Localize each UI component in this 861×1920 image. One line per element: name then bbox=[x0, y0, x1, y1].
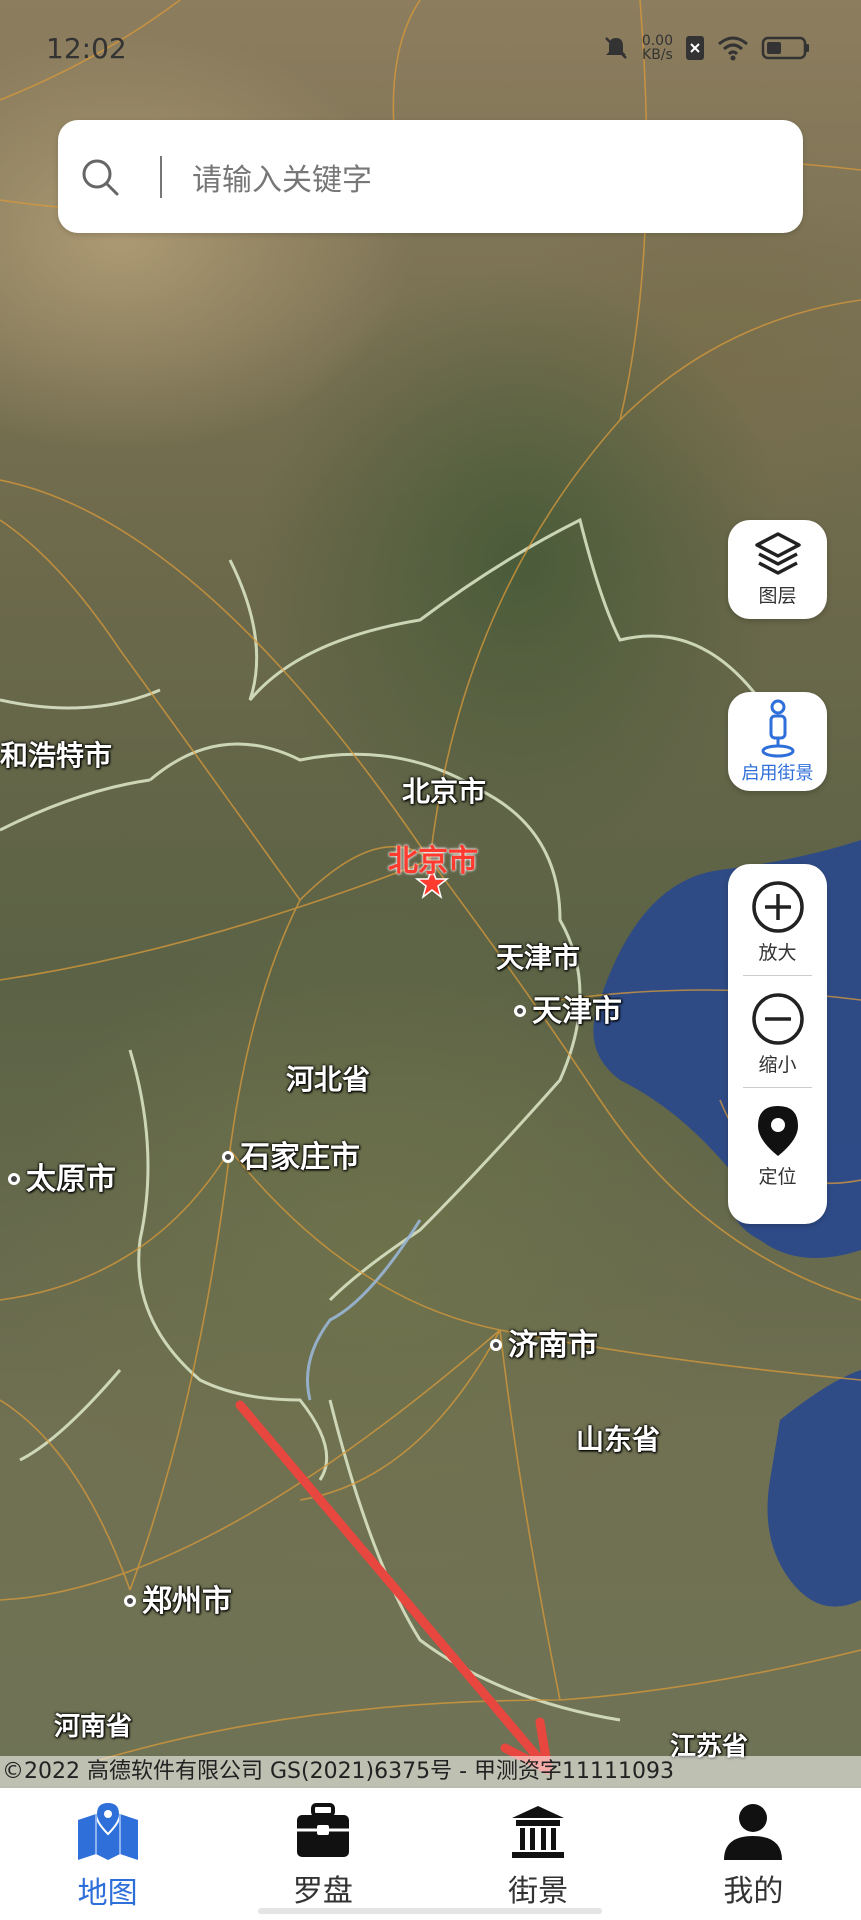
tab-map[interactable]: 地图 bbox=[0, 1788, 215, 1920]
city-name: 太原市 bbox=[26, 1162, 116, 1197]
city-name: 郑州市 bbox=[142, 1584, 232, 1619]
map-copyright: ©2022 高德软件有限公司 GS(2021)6375号 - 甲测资字11111… bbox=[0, 1756, 861, 1788]
city-name: 天津市 bbox=[532, 994, 622, 1029]
network-speed-unit: KB/s bbox=[642, 47, 673, 63]
home-indicator bbox=[258, 1908, 602, 1914]
toolbox-icon bbox=[296, 1803, 349, 1857]
map-label-shandong[interactable]: 山东省 bbox=[576, 1418, 660, 1458]
map-label-beijing-region[interactable]: 北京市 bbox=[402, 770, 486, 810]
city-name: 济南市 bbox=[508, 1328, 598, 1363]
tab-street-view[interactable]: 街景 bbox=[431, 1788, 646, 1920]
tab-mine-label: 我的 bbox=[723, 1874, 784, 1909]
street-view-button[interactable]: 启用街景 bbox=[728, 692, 827, 791]
status-icons: 0.00 KB/s bbox=[602, 34, 811, 62]
map-controls-panel: 放大 缩小 定位 bbox=[728, 864, 827, 1224]
map-label-zhengzhou[interactable]: 郑州市 bbox=[124, 1576, 232, 1620]
layers-button[interactable]: 图层 bbox=[728, 520, 827, 619]
no-sim-icon bbox=[686, 36, 704, 60]
city-dot-icon bbox=[8, 1172, 20, 1185]
city-dot-icon bbox=[514, 1004, 526, 1017]
tab-compass-label: 罗盘 bbox=[292, 1874, 353, 1909]
tab-mine[interactable]: 我的 bbox=[646, 1788, 861, 1920]
status-time: 12:02 bbox=[46, 32, 127, 65]
bottom-tab-bar: 地图 罗盘 街景 我的 bbox=[0, 1788, 861, 1920]
map-icon bbox=[77, 1802, 138, 1860]
layers-icon bbox=[754, 532, 801, 575]
map-label-hebei[interactable]: 河北省 bbox=[286, 1058, 370, 1098]
zoom-in-button[interactable]: 放大 bbox=[728, 864, 827, 975]
map-label-shijiazhuang[interactable]: 石家庄市 bbox=[222, 1132, 360, 1176]
search-bar[interactable]: 请输入关键字 bbox=[58, 120, 803, 233]
locate-button[interactable]: 定位 bbox=[728, 1088, 827, 1199]
tab-street-view-label: 街景 bbox=[508, 1874, 569, 1909]
battery-icon bbox=[761, 36, 809, 60]
search-input[interactable]: 请输入关键字 bbox=[192, 155, 372, 199]
temple-gate-icon bbox=[512, 1806, 565, 1858]
location-pin-icon bbox=[757, 1106, 798, 1156]
city-name: 石家庄市 bbox=[240, 1140, 360, 1175]
user-icon bbox=[724, 1804, 783, 1860]
network-speed-value: 0.00 bbox=[641, 33, 673, 49]
map-label-jinan[interactable]: 济南市 bbox=[490, 1320, 598, 1364]
search-cursor bbox=[160, 155, 162, 198]
layers-label: 图层 bbox=[758, 585, 797, 607]
map-label-tianjin-city[interactable]: 天津市 bbox=[514, 986, 622, 1030]
zoom-out-button[interactable]: 缩小 bbox=[728, 976, 827, 1087]
zoom-out-label: 缩小 bbox=[758, 1054, 797, 1076]
minus-circle-icon bbox=[751, 993, 804, 1045]
person-pin-icon bbox=[761, 699, 794, 757]
status-bar: 12:02 0.00 KB/s bbox=[0, 0, 861, 90]
tab-compass[interactable]: 罗盘 bbox=[215, 1788, 430, 1920]
city-dot-icon bbox=[490, 1338, 502, 1351]
plus-circle-icon bbox=[751, 881, 804, 933]
search-icon[interactable] bbox=[80, 157, 160, 197]
map-label-tianjin-region[interactable]: 天津市 bbox=[496, 936, 580, 976]
city-dot-icon bbox=[222, 1150, 234, 1163]
map-label-henan[interactable]: 河南省 bbox=[54, 1706, 132, 1743]
map-label-beijing-capital[interactable]: 北京市 bbox=[388, 836, 478, 880]
tab-map-label: 地图 bbox=[77, 1876, 138, 1911]
wifi-icon bbox=[718, 36, 748, 61]
network-speed: 0.00 KB/s bbox=[642, 34, 673, 62]
mute-bell-icon bbox=[604, 37, 627, 59]
zoom-in-label: 放大 bbox=[758, 942, 797, 964]
street-view-label: 启用街景 bbox=[741, 762, 814, 784]
city-dot-icon bbox=[124, 1594, 136, 1607]
map-label-taiyuan[interactable]: 太原市 bbox=[8, 1154, 116, 1198]
locate-label: 定位 bbox=[758, 1166, 797, 1188]
map-label-huhehaote[interactable]: 和浩特市 bbox=[0, 734, 112, 774]
